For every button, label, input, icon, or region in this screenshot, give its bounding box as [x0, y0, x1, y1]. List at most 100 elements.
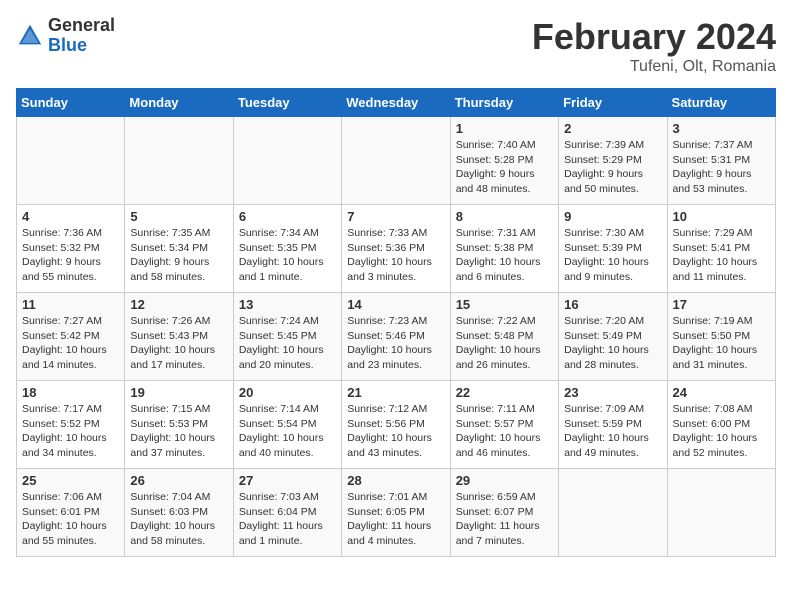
calendar-cell: 27Sunrise: 7:03 AMSunset: 6:04 PMDayligh…: [233, 469, 341, 557]
calendar-cell: 13 Sunrise: 7:24 AMSunset: 5:45 PMDayligh…: [233, 293, 341, 381]
day-info: Sunrise: 7:33 AMSunset: 5:36 PMDaylight:…: [347, 226, 444, 285]
logo-icon: [16, 22, 44, 50]
calendar-header: SundayMondayTuesdayWednesdayThursdayFrid…: [17, 89, 776, 117]
day-number: 13: [239, 297, 336, 312]
title-block: February 2024 Tufeni, Olt, Romania: [532, 16, 776, 76]
week-row-4: 18 Sunrise: 7:17 AMSunset: 5:52 PMDayligh…: [17, 381, 776, 469]
calendar-cell: 12 Sunrise: 7:26 AMSunset: 5:43 PMDayligh…: [125, 293, 233, 381]
calendar: SundayMondayTuesdayWednesdayThursdayFrid…: [16, 88, 776, 557]
calendar-cell: 2 Sunrise: 7:39 AMSunset: 5:29 PMDaylight…: [559, 117, 667, 205]
day-info: Sunrise: 7:29 AMSunset: 5:41 PMDaylight:…: [673, 226, 770, 285]
calendar-cell: 6 Sunrise: 7:34 AMSunset: 5:35 PMDaylight…: [233, 205, 341, 293]
day-number: 20: [239, 385, 336, 400]
calendar-cell: 7 Sunrise: 7:33 AMSunset: 5:36 PMDaylight…: [342, 205, 450, 293]
day-number: 18: [22, 385, 119, 400]
day-number: 29: [456, 473, 553, 488]
week-row-2: 4Sunrise: 7:36 AMSunset: 5:32 PMDaylight…: [17, 205, 776, 293]
day-info: Sunrise: 7:23 AMSunset: 5:46 PMDaylight:…: [347, 314, 444, 373]
location: Tufeni, Olt, Romania: [532, 58, 776, 76]
weekday-wednesday: Wednesday: [342, 89, 450, 117]
calendar-cell: 18 Sunrise: 7:17 AMSunset: 5:52 PMDayligh…: [17, 381, 125, 469]
day-number: 9: [564, 209, 661, 224]
day-number: 17: [673, 297, 770, 312]
day-info: Sunrise: 7:39 AMSunset: 5:29 PMDaylight:…: [564, 138, 661, 197]
day-info: Sunrise: 7:26 AMSunset: 5:43 PMDaylight:…: [130, 314, 227, 373]
day-info: Sunrise: 7:15 AMSunset: 5:53 PMDaylight:…: [130, 402, 227, 461]
day-info: Sunrise: 7:03 AMSunset: 6:04 PMDaylight:…: [239, 490, 336, 549]
day-info: Sunrise: 7:11 AMSunset: 5:57 PMDaylight:…: [456, 402, 553, 461]
day-info: Sunrise: 7:22 AMSunset: 5:48 PMDaylight:…: [456, 314, 553, 373]
day-number: 5: [130, 209, 227, 224]
calendar-cell: [233, 117, 341, 205]
logo-blue: Blue: [48, 36, 115, 56]
week-row-5: 25 Sunrise: 7:06 AMSunset: 6:01 PMDayligh…: [17, 469, 776, 557]
day-info: Sunrise: 7:37 AMSunset: 5:31 PMDaylight:…: [673, 138, 770, 197]
day-info: Sunrise: 7:34 AMSunset: 5:35 PMDaylight:…: [239, 226, 336, 285]
day-info: Sunrise: 7:01 AMSunset: 6:05 PMDaylight:…: [347, 490, 444, 549]
calendar-cell: [559, 469, 667, 557]
calendar-cell: 3 Sunrise: 7:37 AMSunset: 5:31 PMDaylight…: [667, 117, 775, 205]
day-info: Sunrise: 7:24 AMSunset: 5:45 PMDaylight:…: [239, 314, 336, 373]
calendar-cell: 15 Sunrise: 7:22 AMSunset: 5:48 PMDayligh…: [450, 293, 558, 381]
day-info: Sunrise: 7:31 AMSunset: 5:38 PMDaylight:…: [456, 226, 553, 285]
day-info: Sunrise: 7:36 AMSunset: 5:32 PMDaylight:…: [22, 226, 119, 285]
weekday-monday: Monday: [125, 89, 233, 117]
day-info: Sunrise: 7:19 AMSunset: 5:50 PMDaylight:…: [673, 314, 770, 373]
day-number: 2: [564, 121, 661, 136]
month-year: February 2024: [532, 16, 776, 58]
weekday-friday: Friday: [559, 89, 667, 117]
day-number: 3: [673, 121, 770, 136]
day-number: 15: [456, 297, 553, 312]
calendar-cell: 8 Sunrise: 7:31 AMSunset: 5:38 PMDaylight…: [450, 205, 558, 293]
day-number: 21: [347, 385, 444, 400]
weekday-saturday: Saturday: [667, 89, 775, 117]
calendar-cell: 29 Sunrise: 6:59 AMSunset: 6:07 PMDayligh…: [450, 469, 558, 557]
calendar-cell: 16 Sunrise: 7:20 AMSunset: 5:49 PMDayligh…: [559, 293, 667, 381]
day-number: 6: [239, 209, 336, 224]
calendar-cell: 11Sunrise: 7:27 AMSunset: 5:42 PMDayligh…: [17, 293, 125, 381]
calendar-cell: 10 Sunrise: 7:29 AMSunset: 5:41 PMDayligh…: [667, 205, 775, 293]
logo-general: General: [48, 16, 115, 36]
day-number: 25: [22, 473, 119, 488]
calendar-cell: [342, 117, 450, 205]
weekday-tuesday: Tuesday: [233, 89, 341, 117]
calendar-cell: [125, 117, 233, 205]
week-row-1: 1Sunrise: 7:40 AMSunset: 5:28 PMDaylight…: [17, 117, 776, 205]
calendar-cell: 28 Sunrise: 7:01 AMSunset: 6:05 PMDayligh…: [342, 469, 450, 557]
calendar-cell: 9Sunrise: 7:30 AMSunset: 5:39 PMDaylight…: [559, 205, 667, 293]
calendar-cell: 17 Sunrise: 7:19 AMSunset: 5:50 PMDayligh…: [667, 293, 775, 381]
logo: General Blue: [16, 16, 115, 56]
day-info: Sunrise: 7:04 AMSunset: 6:03 PMDaylight:…: [130, 490, 227, 549]
page-header: General Blue February 2024 Tufeni, Olt, …: [16, 16, 776, 76]
calendar-cell: 23Sunrise: 7:09 AMSunset: 5:59 PMDayligh…: [559, 381, 667, 469]
calendar-cell: 21 Sunrise: 7:12 AMSunset: 5:56 PMDayligh…: [342, 381, 450, 469]
calendar-body: 1Sunrise: 7:40 AMSunset: 5:28 PMDaylight…: [17, 117, 776, 557]
day-number: 24: [673, 385, 770, 400]
day-number: 14: [347, 297, 444, 312]
calendar-cell: 20Sunrise: 7:14 AMSunset: 5:54 PMDayligh…: [233, 381, 341, 469]
calendar-cell: 24 Sunrise: 7:08 AMSunset: 6:00 PMDayligh…: [667, 381, 775, 469]
day-info: Sunrise: 7:08 AMSunset: 6:00 PMDaylight:…: [673, 402, 770, 461]
day-number: 12: [130, 297, 227, 312]
day-number: 10: [673, 209, 770, 224]
calendar-cell: 1Sunrise: 7:40 AMSunset: 5:28 PMDaylight…: [450, 117, 558, 205]
calendar-cell: 14 Sunrise: 7:23 AMSunset: 5:46 PMDayligh…: [342, 293, 450, 381]
day-number: 26: [130, 473, 227, 488]
day-number: 8: [456, 209, 553, 224]
day-info: Sunrise: 7:20 AMSunset: 5:49 PMDaylight:…: [564, 314, 661, 373]
day-info: Sunrise: 7:17 AMSunset: 5:52 PMDaylight:…: [22, 402, 119, 461]
day-info: Sunrise: 7:12 AMSunset: 5:56 PMDaylight:…: [347, 402, 444, 461]
day-info: Sunrise: 7:27 AMSunset: 5:42 PMDaylight:…: [22, 314, 119, 373]
day-number: 1: [456, 121, 553, 136]
day-number: 28: [347, 473, 444, 488]
logo-text: General Blue: [48, 16, 115, 56]
day-info: Sunrise: 7:35 AMSunset: 5:34 PMDaylight:…: [130, 226, 227, 285]
day-number: 16: [564, 297, 661, 312]
day-number: 19: [130, 385, 227, 400]
day-number: 7: [347, 209, 444, 224]
week-row-3: 11Sunrise: 7:27 AMSunset: 5:42 PMDayligh…: [17, 293, 776, 381]
day-info: Sunrise: 6:59 AMSunset: 6:07 PMDaylight:…: [456, 490, 553, 549]
weekday-sunday: Sunday: [17, 89, 125, 117]
day-info: Sunrise: 7:06 AMSunset: 6:01 PMDaylight:…: [22, 490, 119, 549]
day-info: Sunrise: 7:09 AMSunset: 5:59 PMDaylight:…: [564, 402, 661, 461]
